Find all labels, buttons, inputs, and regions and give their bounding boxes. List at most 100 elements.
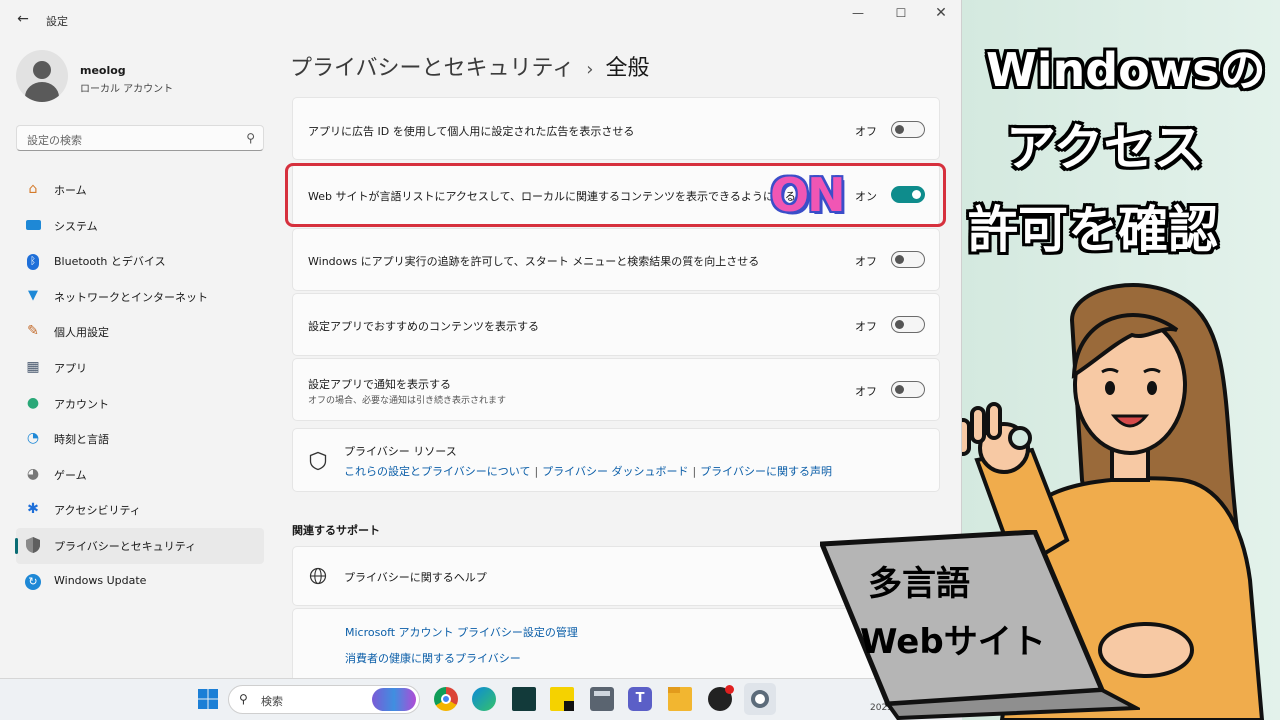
consumer-health-privacy-link[interactable]: 消費者の健康に関するプライバシー (345, 650, 521, 666)
caption-line-2: アクセス (1006, 119, 1204, 177)
sidebar-item-accounts[interactable]: ● アカウント (16, 386, 264, 422)
sidebar-item-label: アクセシビリティ (54, 504, 141, 518)
highlight-box (285, 163, 946, 227)
sidebar-item-label: 時刻と言語 (54, 433, 109, 447)
teams-icon[interactable]: T (628, 687, 652, 711)
user-name: meolog (80, 64, 126, 77)
media-icon[interactable] (708, 685, 734, 711)
advertising-id-toggle[interactable] (891, 121, 925, 138)
toggle-knob (895, 385, 904, 394)
sidebar-item-personalization[interactable]: ✎ 個人用設定 (16, 314, 264, 350)
monitor-icon (24, 216, 42, 234)
globe-icon (309, 567, 327, 585)
sidebar-item-label: ホーム (54, 184, 87, 197)
minimize-button[interactable]: — (838, 4, 878, 22)
shield-icon (309, 451, 327, 471)
link-separator: | (692, 465, 697, 478)
toggle-knob (895, 125, 904, 134)
setting-advertising-id: アプリに広告 ID を使用して個人用に設定された広告を表示させる オフ (292, 97, 940, 160)
caption-line-3: 許可を確認 (968, 201, 1218, 259)
breadcrumb-parent[interactable]: プライバシーとセキュリティ (290, 56, 574, 81)
calculator-icon[interactable] (590, 687, 614, 711)
sidebar-item-label: アカウント (54, 397, 109, 411)
accessibility-icon: ✱ (27, 501, 39, 518)
file-explorer-icon[interactable] (668, 687, 692, 711)
avatar-head-shape (33, 61, 51, 79)
account-type: ローカル アカウント (80, 84, 174, 95)
setting-notifications: 設定アプリで通知を表示する オフの場合、必要な通知は引き続き表示されます オフ (292, 358, 940, 421)
taskbar-search-input[interactable]: ⚲ 検索 (228, 685, 420, 714)
breadcrumb-separator: › (586, 59, 594, 80)
setting-app-launch-tracking: Windows にアプリ実行の追跡を許可して、スタート メニューと検索結果の質を… (292, 228, 940, 291)
toggle-knob (895, 320, 904, 329)
taskbar-search-placeholder: 検索 (261, 695, 283, 708)
privacy-settings-link[interactable]: これらの設定とプライバシーについて (344, 465, 530, 478)
setting-description: オフの場合、必要な通知は引き続き表示されます (308, 396, 507, 406)
search-icon[interactable]: ⚲ (246, 131, 255, 145)
bluetooth-icon: ᛒ (24, 251, 42, 271)
shield-icon (24, 536, 42, 554)
sidebar-item-time-language[interactable]: ◔ 時刻と言語 (16, 421, 264, 457)
privacy-resources-links: これらの設定とプライバシーについて | プライバシー ダッシュボード | プライバシーに… (344, 463, 832, 479)
sidebar-item-label: 個人用設定 (54, 326, 109, 340)
app-launch-tracking-toggle[interactable] (891, 251, 925, 268)
sidebar-item-label: ゲーム (54, 468, 87, 482)
settings-search-input[interactable]: 設定の検索 ⚲ (16, 125, 264, 151)
link-separator: | (534, 465, 539, 478)
sidebar-item-home[interactable]: ⌂ ホーム (16, 172, 264, 208)
gamepad-icon: ◕ (26, 465, 40, 482)
sidebar-item-system[interactable]: システム (16, 208, 264, 244)
windows-start-icon[interactable] (196, 687, 220, 711)
toggle-state-text: オフ (855, 320, 877, 333)
person-icon: ● (26, 394, 40, 411)
suggested-content-toggle[interactable] (891, 316, 925, 333)
setting-suggested-content: 設定アプリでおすすめのコンテンツを表示する オフ (292, 293, 940, 356)
privacy-help-label: プライバシーに関するヘルプ (344, 571, 487, 584)
sidebar-item-label: Bluetooth とデバイス (54, 255, 166, 269)
sidebar-item-label: システム (54, 219, 98, 233)
manage-account-privacy-link[interactable]: Microsoft アカウント プライバシー設定の管理 (345, 624, 578, 640)
home-icon: ⌂ (28, 181, 38, 197)
laptop-caption-1: 多言語 (868, 564, 970, 604)
on-annotation: ON (770, 168, 846, 222)
sidebar-item-privacy-security[interactable]: プライバシーとセキュリティ (15, 527, 264, 564)
setting-label: Windows にアプリ実行の追跡を許可して、スタート メニューと検索結果の質を… (308, 255, 760, 268)
sidebar-item-gaming[interactable]: ◕ ゲーム (16, 457, 264, 493)
title-bar: ← 設定 — ☐ ✕ (0, 0, 961, 40)
brush-icon: ✎ (27, 323, 39, 340)
search-icon: ⚲ (239, 692, 248, 706)
sticky-notes-icon[interactable] (550, 687, 574, 711)
dark-app-icon[interactable] (512, 687, 536, 711)
search-highlight-art (372, 688, 416, 711)
breadcrumb: プライバシーとセキュリティ › 全般 (290, 50, 649, 82)
privacy-dashboard-link[interactable]: プライバシー ダッシュボード (542, 465, 688, 478)
sidebar-item-label: ネットワークとインターネット (54, 290, 208, 304)
apps-icon: ▦ (26, 358, 40, 375)
sidebar-item-accessibility[interactable]: ✱ アクセシビリティ (16, 492, 264, 528)
notifications-toggle[interactable] (891, 381, 925, 398)
sidebar-item-apps[interactable]: ▦ アプリ (16, 350, 264, 386)
settings-gear-icon[interactable] (744, 683, 776, 715)
related-support-heading: 関連するサポート (292, 524, 380, 537)
edge-icon[interactable] (472, 687, 496, 711)
chrome-icon[interactable] (434, 687, 458, 711)
toggle-state-text: オフ (855, 255, 877, 268)
sidebar-item-network[interactable]: ▼ ネットワークとインターネット (16, 279, 264, 315)
setting-label: 設定アプリで通知を表示する (308, 378, 451, 391)
search-placeholder: 設定の検索 (27, 134, 82, 147)
maximize-button[interactable]: ☐ (881, 4, 921, 22)
close-button[interactable]: ✕ (921, 4, 961, 22)
page-title: 全般 (605, 56, 650, 81)
setting-label: 設定アプリでおすすめのコンテンツを表示する (308, 320, 539, 333)
avatar[interactable] (16, 50, 68, 102)
setting-label: アプリに広告 ID を使用して個人用に設定された広告を表示させる (308, 125, 635, 138)
sidebar-item-bluetooth[interactable]: ᛒ Bluetooth とデバイス (16, 243, 264, 279)
privacy-resources-card: プライバシー リソース これらの設定とプライバシーについて | プライバシー ダッシ… (292, 428, 940, 492)
back-button[interactable]: ← (14, 10, 32, 28)
sidebar-item-label: Windows Update (54, 573, 147, 587)
privacy-statement-link[interactable]: プライバシーに関する声明 (700, 465, 832, 478)
laptop-hand (1098, 622, 1194, 678)
sidebar-item-windows-update[interactable]: ↻ Windows Update (16, 564, 264, 600)
sidebar-nav: ⌂ ホーム システム ᛒ Bluetooth とデバイス ▼ ネットワークとイン… (15, 172, 264, 600)
wifi-icon: ▼ (28, 287, 38, 303)
